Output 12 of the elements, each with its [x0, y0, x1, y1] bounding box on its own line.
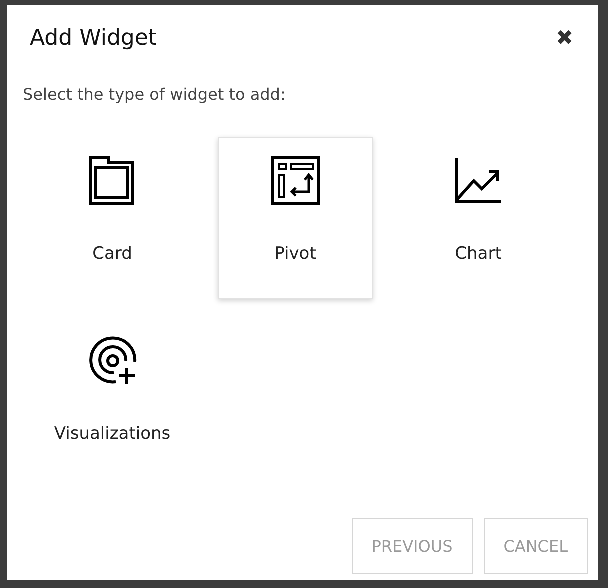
widget-type-tile[interactable]: Pivot [218, 137, 373, 299]
pivot-table-icon [270, 156, 320, 206]
tile-label: Chart [455, 244, 502, 264]
line-chart-icon [454, 156, 504, 206]
close-button[interactable]: ✖ [556, 26, 574, 50]
prompt-text: Select the type of widget to add: [23, 85, 287, 106]
folder-icon [88, 156, 138, 206]
dialog-title: Add Widget [30, 26, 158, 50]
radar-plus-icon [88, 336, 138, 386]
tile-label: Card [92, 244, 132, 264]
tile-label: Visualizations [54, 424, 171, 444]
tile-label: Pivot [274, 244, 316, 264]
